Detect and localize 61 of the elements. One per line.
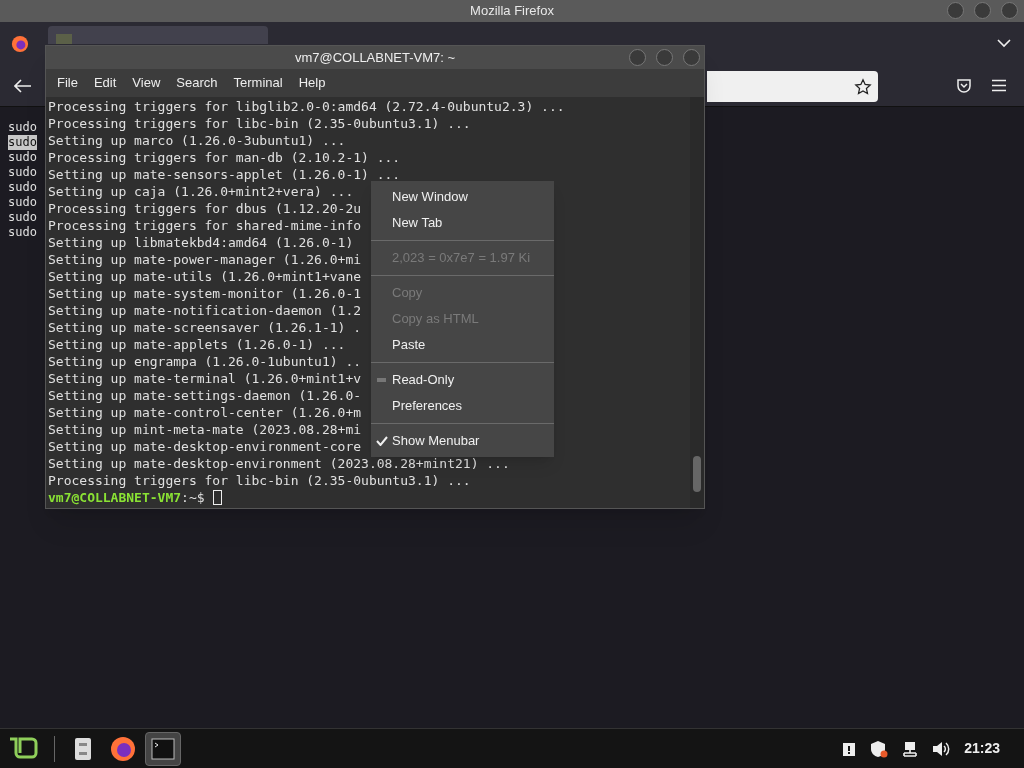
terminal-line: Setting up mate-desktop-environment (2023.08.28+mint21) ... xyxy=(48,456,510,471)
window-title: Mozilla Firefox xyxy=(470,2,554,21)
menu-item[interactable]: File xyxy=(49,71,86,95)
pocket-icon[interactable] xyxy=(956,78,972,94)
prompt-path: :~$ xyxy=(181,489,205,506)
terminal-line: Processing triggers for shared-mime-info xyxy=(48,218,362,233)
menu-item[interactable]: Show Menubar xyxy=(392,431,480,451)
menu-item[interactable]: View xyxy=(124,71,169,95)
firefox-icon[interactable] xyxy=(11,35,29,53)
text-cursor xyxy=(212,490,222,505)
terminal-line: Setting up mate-screensaver (1.26.1-1) . xyxy=(48,320,362,335)
menu-item[interactable]: Search xyxy=(168,71,226,95)
shield-icon[interactable] xyxy=(870,739,889,758)
terminal-line: Setting up libmatekbd4:amd64 (1.26.0-1) xyxy=(48,235,354,250)
clock[interactable]: 21:23 xyxy=(964,738,1000,759)
back-icon[interactable] xyxy=(14,79,32,93)
terminal-line: Setting up mint-meta-mate (2023.08.28+mi xyxy=(48,422,362,437)
terminal-line: Setting up engrampa (1.26.0-1ubuntu1) .. xyxy=(48,354,362,369)
terminal-line: Setting up mate-sensors-applet (1.26.0-1) ... xyxy=(48,167,401,182)
star-icon[interactable] xyxy=(854,77,872,96)
scrollbar[interactable] xyxy=(690,97,704,508)
firefox-icon xyxy=(109,734,137,763)
menu-item[interactable]: New Tab xyxy=(371,210,554,236)
chevron-down-icon[interactable] xyxy=(997,38,1011,48)
menu-item[interactable]: Edit xyxy=(85,71,125,95)
favicon-icon xyxy=(56,34,72,44)
text-line: sudo xyxy=(8,180,37,195)
terminal-line: Setting up mate-desktop-environment-core xyxy=(48,439,362,454)
terminal-line: Setting up mate-system-monitor (1.26.0-1 xyxy=(48,286,362,301)
network-icon[interactable] xyxy=(902,740,919,757)
terminal-line: Processing triggers for libglib2.0-0:amd64 (2.72.4-0ubuntu2.3) ... xyxy=(48,99,565,114)
text-line: sudo xyxy=(8,150,37,165)
terminal-line: Setting up mate-power-manager (1.26.0+mi xyxy=(48,252,362,267)
text-line: sudo xyxy=(8,225,37,240)
terminal-line: Setting up caja (1.26.0+mint2+vera) ... xyxy=(48,184,354,199)
window-title: vm7@COLLABNET-VM7: ~ xyxy=(294,48,456,67)
menu-item[interactable]: Paste xyxy=(371,332,554,358)
menu-item[interactable]: Read-Only xyxy=(392,370,455,390)
terminal-line: Processing triggers for man-db (2.10.2-1) ... xyxy=(48,150,401,165)
menu-item[interactable]: Terminal xyxy=(225,71,291,95)
text-line: sudo xyxy=(8,165,37,180)
menu-item[interactable]: Preferences xyxy=(371,393,554,419)
text-line: sudo xyxy=(8,210,37,225)
terminal-line: Processing triggers for libc-bin (2.35-0ubuntu3.1) ... xyxy=(48,473,471,488)
terminal-line: Setting up mate-utils (1.26.0+mint1+vane xyxy=(48,269,362,284)
menu-item[interactable]: New Window xyxy=(371,184,554,210)
volume-icon[interactable] xyxy=(932,740,951,757)
terminal-line: Setting up mate-settings-daemon (1.26.0- xyxy=(48,388,362,403)
text-line: sudo xyxy=(8,195,37,210)
prompt-user: vm7@COLLABNET-VM7 xyxy=(48,489,182,506)
menu-icon[interactable] xyxy=(992,79,1006,92)
terminal-line: Processing triggers for dbus (1.12.20-2u xyxy=(48,201,362,216)
terminal-line: Setting up mate-applets (1.26.0-1) ... xyxy=(48,337,346,352)
terminal-line: Setting up marco (1.26.0-3ubuntu1) ... xyxy=(48,133,346,148)
menu-item[interactable]: Help xyxy=(290,71,334,95)
terminal-line: Processing triggers for libc-bin (2.35-0ubuntu3.1) ... xyxy=(48,116,471,131)
terminal-line: Setting up mate-terminal (1.26.0+mint1+v xyxy=(48,371,362,386)
text-line: sudo xyxy=(8,120,37,135)
terminal-line: Setting up mate-control-center (1.26.0+m xyxy=(48,405,362,420)
terminal-line: Setting up mate-notification-daemon (1.2 xyxy=(48,303,362,318)
scrollbar-thumb[interactable] xyxy=(693,456,701,492)
